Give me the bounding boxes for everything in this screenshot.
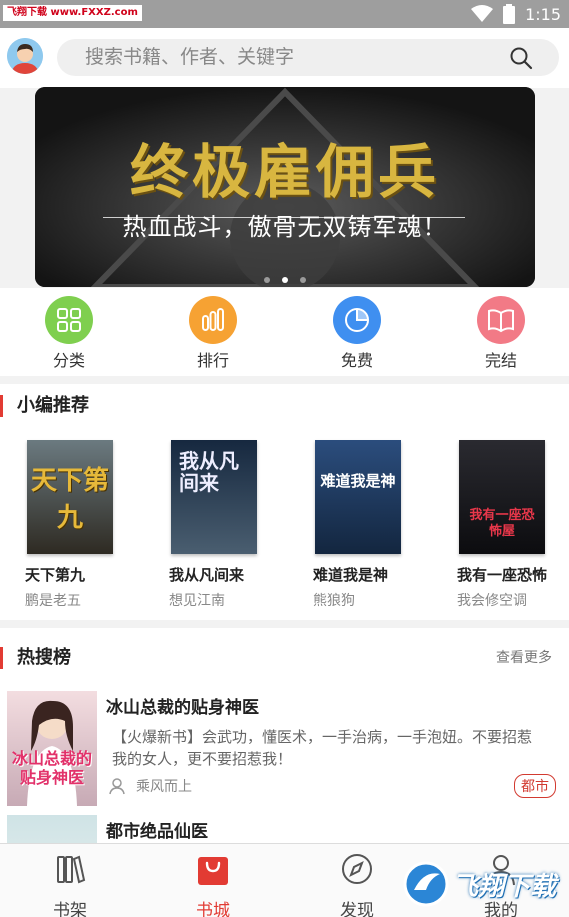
book-cover[interactable]: 我从凡间来 bbox=[171, 440, 257, 554]
hot-list-item[interactable]: 冰山总裁的贴身神医 冰山总裁的贴身神医 【火爆新书】会武功，懂医术，一手治病，一… bbox=[0, 691, 569, 811]
grid-icon bbox=[45, 296, 93, 344]
book-card[interactable]: 我从凡间来 我从凡间来 想见江南 bbox=[169, 440, 289, 610]
book-title: 我有一座恐怖 bbox=[457, 566, 548, 584]
book-title: 天下第九 bbox=[25, 566, 86, 584]
category-free[interactable]: 免费 bbox=[322, 296, 392, 371]
book-cover[interactable]: 难道我是神 bbox=[315, 440, 401, 554]
bookshelf-icon bbox=[57, 855, 86, 884]
view-more-link[interactable]: 查看更多 bbox=[496, 636, 552, 680]
section-accent-bar bbox=[0, 647, 3, 669]
author-icon bbox=[109, 778, 125, 795]
book-card[interactable]: 难道我是神 难道我是神 熊狼狗 bbox=[313, 440, 433, 610]
watermark-label: 飞翔下载 www.FXXZ.com bbox=[3, 5, 142, 21]
shopping-bag-icon bbox=[198, 857, 228, 885]
cover-title: 我从凡间来 bbox=[179, 449, 239, 495]
book-author: 想见江南 bbox=[169, 593, 225, 609]
cover-title: 我有一座恐怖屋 bbox=[469, 508, 535, 539]
top-header: 搜索书籍、作者、关键字 bbox=[0, 28, 569, 88]
status-icons: 1:15 bbox=[471, 3, 561, 25]
book-open-icon bbox=[477, 296, 525, 344]
nav-discover[interactable]: 发现 bbox=[317, 852, 397, 917]
category-classify[interactable]: 分类 bbox=[34, 296, 104, 371]
book-title: 我从凡间来 bbox=[169, 566, 245, 584]
book-title: 难道我是神 bbox=[313, 566, 389, 584]
hot-list-item[interactable]: 都市绝品仙医 bbox=[0, 815, 569, 844]
category-label: 完结 bbox=[484, 351, 517, 370]
book-title: 冰山总裁的贴身神医 bbox=[106, 698, 259, 718]
genre-badge[interactable]: 都市 bbox=[514, 774, 556, 798]
status-time: 1:15 bbox=[525, 4, 561, 24]
pagination-dot[interactable] bbox=[300, 277, 306, 283]
book-author: 乘风而上 bbox=[136, 779, 192, 795]
category-ranking[interactable]: 排行 bbox=[178, 296, 248, 371]
book-author: 我会修空调 bbox=[457, 593, 527, 609]
user-avatar-icon bbox=[7, 38, 43, 74]
section-title: 热搜榜 bbox=[17, 647, 71, 668]
editor-picks-section: 小编推荐 天下第九 天下第九 鹏是老五 我从凡间来 我从凡间来 想见江南 难道我… bbox=[0, 384, 569, 620]
section-header: 小编推荐 bbox=[0, 384, 569, 428]
book-cover[interactable] bbox=[7, 815, 97, 844]
nav-bookshelf[interactable]: 书架 bbox=[30, 852, 110, 917]
search-placeholder: 搜索书籍、作者、关键字 bbox=[85, 46, 295, 68]
cover-title: 难道我是神 bbox=[320, 472, 396, 490]
book-title: 都市绝品仙医 bbox=[106, 822, 208, 842]
nav-label: 书架 bbox=[53, 901, 87, 917]
search-icon[interactable] bbox=[509, 46, 533, 70]
wifi-icon bbox=[471, 5, 494, 22]
banner-pagination bbox=[35, 268, 535, 287]
nav-bookstore[interactable]: 书城 bbox=[173, 852, 253, 917]
nav-label: 发现 bbox=[340, 901, 374, 917]
avatar[interactable] bbox=[7, 38, 43, 74]
promo-banner[interactable]: 终极雇佣兵 热血战斗，傲骨无双铸军魂！ bbox=[35, 87, 535, 287]
pie-icon bbox=[333, 296, 381, 344]
logo-icon bbox=[403, 861, 449, 907]
section-header: 热搜榜 查看更多 bbox=[0, 636, 569, 680]
hot-search-section: 热搜榜 查看更多 冰山总裁的贴身神医 冰山总裁的贴身神医 【火爆新书】会武功，懂… bbox=[0, 628, 569, 844]
nav-label: 书城 bbox=[196, 901, 230, 917]
book-card[interactable]: 天下第九 天下第九 鹏是老五 bbox=[25, 440, 145, 610]
book-description: 【火爆新书】会武功，懂医术，一手治病，一手泡妞。不要招惹我的女人，更不要招惹我！ bbox=[112, 728, 533, 768]
status-bar: 飞翔下载 www.FXXZ.com 1:15 bbox=[0, 0, 569, 28]
compass-icon bbox=[342, 854, 372, 884]
category-row: 分类 排行 免费 完结 bbox=[0, 288, 569, 376]
category-finished[interactable]: 完结 bbox=[466, 296, 536, 371]
category-label: 分类 bbox=[52, 351, 85, 370]
search-input[interactable]: 搜索书籍、作者、关键字 bbox=[57, 39, 559, 76]
book-author: 鹏是老五 bbox=[25, 593, 81, 609]
bars-icon bbox=[189, 296, 237, 344]
banner-tagline: 热血战斗，傲骨无双铸军魂！ bbox=[122, 213, 448, 241]
watermark-text: 飞翔下载 bbox=[452, 872, 557, 902]
category-label: 排行 bbox=[196, 351, 229, 370]
watermark-logo: 飞翔下载 bbox=[402, 860, 562, 912]
book-cover[interactable]: 我有一座恐怖屋 bbox=[459, 440, 545, 554]
book-cover[interactable]: 天下第九 bbox=[27, 440, 113, 554]
book-cover[interactable]: 冰山总裁的贴身神医 bbox=[7, 691, 97, 806]
pagination-dot[interactable] bbox=[264, 277, 270, 283]
section-title: 小编推荐 bbox=[17, 395, 89, 416]
bottom-navigation: 书架 书城 发现 我的 飞翔下载 bbox=[0, 843, 569, 917]
book-card[interactable]: 我有一座恐怖屋 我有一座恐怖 我会修空调 bbox=[457, 440, 569, 610]
banner-headline: 终极雇佣兵 bbox=[129, 138, 440, 206]
category-label: 免费 bbox=[340, 351, 373, 370]
cover-title: 冰山总裁的贴身神医 bbox=[11, 749, 92, 787]
pagination-dot-active[interactable] bbox=[282, 277, 288, 283]
section-accent-bar bbox=[0, 395, 3, 417]
battery-icon bbox=[503, 4, 516, 24]
cover-title: 天下第九 bbox=[30, 466, 109, 533]
book-author: 熊狼狗 bbox=[313, 593, 355, 609]
